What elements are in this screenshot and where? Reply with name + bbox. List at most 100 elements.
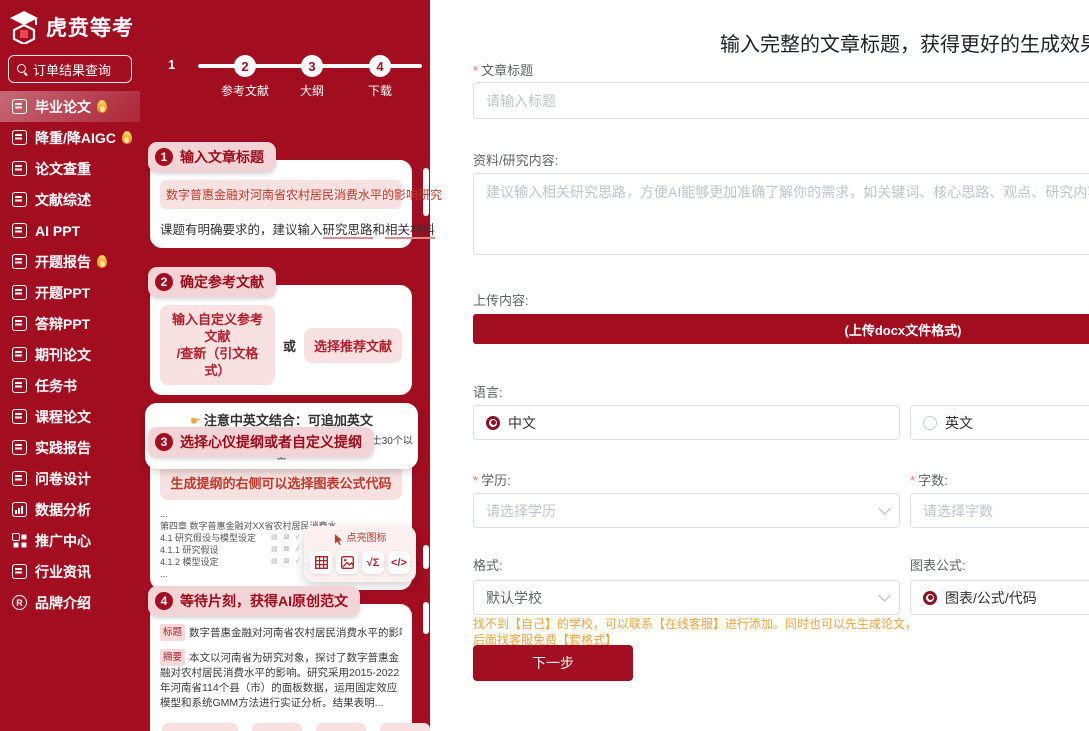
- document-icon: [12, 130, 27, 145]
- sidebar-item-course-paper[interactable]: 课程论文: [0, 401, 140, 432]
- radio-unchecked-icon[interactable]: [923, 415, 937, 430]
- icon-tooltip-bubble: 点亮图标 √Σ </>: [304, 526, 416, 582]
- sidebar-item-proposal-ppt[interactable]: 开题PPT: [0, 277, 140, 308]
- insert-image-icon[interactable]: [336, 551, 358, 574]
- sidebar-item-journal-paper[interactable]: 期刊论文: [0, 339, 140, 370]
- sidebar-item-plagiarism-check[interactable]: 论文查重: [0, 153, 140, 184]
- radio-checked-icon[interactable]: [486, 415, 500, 430]
- tooltip-icon-row: √Σ </>: [310, 551, 410, 574]
- outline-list: ... 第四章 数字普惠金融对XX省农村居民消费水 4.1 研究假设与模型设定 ▤…: [160, 508, 416, 582]
- tag-any-subject[interactable]: 不限学科: [162, 723, 239, 731]
- format-select[interactable]: 默认学校: [473, 580, 900, 615]
- document-icon: [12, 378, 27, 393]
- material-textarea[interactable]: [473, 173, 1089, 255]
- tip-text: 和: [372, 223, 386, 237]
- wordcount-select[interactable]: 请选择字数: [910, 493, 1089, 528]
- sidebar-item-literature-review[interactable]: 文献综述: [0, 184, 140, 215]
- progress-stepper: 1 2 3 4 参考文献 大纲 下载: [140, 50, 430, 98]
- tag-charts[interactable]: 图表: [252, 723, 303, 731]
- upload-label: 上传内容:: [473, 293, 529, 308]
- chart-formula-option[interactable]: 图表/公式/代码: [910, 580, 1089, 615]
- document-icon: [12, 254, 27, 269]
- tag-code[interactable]: 代码: [380, 723, 431, 731]
- tip-text: 课题有明确要求的，建议输入: [160, 223, 323, 237]
- order-result-search-label: 订单结果查询: [33, 62, 112, 78]
- outline-row: ...: [160, 508, 402, 520]
- recommended-reference-button[interactable]: 选择推荐文献: [303, 327, 402, 363]
- tip-underline-material: 相关材料: [385, 223, 436, 239]
- language-label: 语言:: [473, 385, 503, 400]
- article-title-input[interactable]: [473, 82, 1089, 119]
- order-result-search-button[interactable]: 订单结果查询: [8, 55, 132, 83]
- custom-reference-line1: 输入自定义参考文献: [171, 312, 263, 344]
- sidebar-item-graduation-thesis[interactable]: 毕业论文: [0, 91, 140, 122]
- article-title-label: 文章标题: [473, 60, 533, 79]
- insert-formula-icon[interactable]: √Σ: [362, 551, 384, 574]
- step-2[interactable]: 2: [234, 55, 256, 77]
- registered-mark-icon: R: [12, 595, 27, 610]
- guide-step2-header: 2 确定参考文献: [148, 267, 276, 297]
- sidebar-item-label: 降重/降AIGC: [35, 129, 116, 146]
- next-step-button[interactable]: 下一步: [473, 645, 633, 681]
- abstract-tag: 摘要: [160, 649, 186, 666]
- outline-hint-pill: 生成提纲的右侧可以选择图表公式代码: [160, 465, 402, 500]
- sidebar-item-defense-ppt[interactable]: 答辩PPT: [0, 308, 140, 339]
- sidebar-item-survey-design[interactable]: 问卷设计: [0, 463, 140, 494]
- sidebar-item-label: 行业资讯: [35, 563, 91, 580]
- education-label: 学历:: [473, 470, 511, 489]
- step-3[interactable]: 3: [301, 55, 323, 77]
- step-number-badge: 2: [155, 273, 173, 291]
- sidebar-item-ai-ppt[interactable]: AI PPT: [0, 215, 140, 246]
- sidebar-item-label: AI PPT: [35, 222, 81, 239]
- sidebar-item-label: 期刊论文: [35, 346, 91, 363]
- sidebar: 虎贲等考 订单结果查询 毕业论文 降重/降AIGC 论文查重 文献综述 AI P…: [0, 0, 140, 731]
- search-icon: [17, 63, 28, 75]
- custom-reference-button[interactable]: 输入自定义参考文献 /查新（引文格式）: [160, 305, 275, 385]
- guide-panel: 1 2 3 4 参考文献 大纲 下载 1 输入文章标题 数字普惠金融对河南省农村…: [140, 0, 442, 731]
- language-option-english[interactable]: 英文: [910, 405, 1089, 440]
- guide-step2-card: 输入自定义参考文献 /查新（引文格式） 或 选择推荐文献: [150, 285, 412, 395]
- sidebar-item-task-book[interactable]: 任务书: [0, 370, 140, 401]
- language-option-chinese[interactable]: 中文: [473, 405, 900, 440]
- tooltip-label: 点亮图标: [346, 533, 387, 544]
- step1-tip: 课题有明确要求的，建议输入研究思路和相关材料: [160, 219, 436, 239]
- wordcount-label: 字数:: [910, 470, 948, 489]
- format-hint-text: 找不到【自己】的学校，可以联系【在线客服】进行添加。同时也可以先生成论文，后面找…: [473, 617, 918, 647]
- sidebar-item-proposal-report[interactable]: 开题报告: [0, 246, 140, 277]
- insert-code-icon[interactable]: </>: [388, 551, 410, 574]
- sidebar-item-label: 推广中心: [35, 532, 91, 549]
- bar-chart-icon: [12, 502, 27, 517]
- grid-apps-icon: [12, 533, 27, 548]
- sidebar-item-brand-intro[interactable]: R 品牌介绍: [0, 587, 140, 618]
- insert-table-icon[interactable]: [310, 551, 332, 574]
- sidebar-item-promotion-center[interactable]: 推广中心: [0, 525, 140, 556]
- document-icon: [12, 316, 27, 331]
- step-2-label: 参考文献: [220, 84, 270, 98]
- step-4[interactable]: 4: [369, 55, 391, 77]
- sidebar-item-label: 论文查重: [35, 160, 91, 177]
- brand-logo[interactable]: 虎贲等考: [0, 0, 140, 48]
- outline-text: 4.1.2 模型设定: [160, 557, 219, 567]
- sidebar-item-industry-news[interactable]: 行业资讯: [0, 556, 140, 587]
- document-icon: [12, 564, 27, 579]
- sidebar-item-practice-report[interactable]: 实践报告: [0, 432, 140, 463]
- language-english-label: 英文: [945, 414, 973, 431]
- guide-step3-title: 选择心仪提纲或者自定义提纲: [180, 434, 362, 450]
- sidebar-menu: 毕业论文 降重/降AIGC 论文查重 文献综述 AI PPT 开题报告 开题PP…: [0, 91, 140, 618]
- sidebar-item-label: 开题PPT: [35, 284, 91, 301]
- upload-docx-button[interactable]: (上传docx文件格式): [473, 314, 1089, 344]
- reference-options-row: 输入自定义参考文献 /查新（引文格式） 或 选择推荐文献: [160, 305, 402, 385]
- radio-checked-icon[interactable]: [923, 590, 937, 605]
- sidebar-item-label: 课程论文: [35, 408, 91, 425]
- result-title-line: 标题数字普惠金融对河南省农村居民消费水平的影响研究: [160, 624, 402, 641]
- document-icon: [12, 192, 27, 207]
- title-tag: 标题: [160, 624, 186, 641]
- sidebar-item-reduce-aigc[interactable]: 降重/降AIGC: [0, 122, 140, 153]
- tag-formula[interactable]: 公式: [316, 723, 367, 731]
- step-1[interactable]: 1: [168, 57, 175, 72]
- wordcount-placeholder: 请选择字数: [923, 502, 993, 519]
- flame-icon: [97, 100, 107, 113]
- guide-step4-title: 等待片刻，获得AI原创范文: [180, 593, 348, 609]
- sidebar-item-data-analysis[interactable]: 数据分析: [0, 494, 140, 525]
- education-select[interactable]: 请选择学历: [473, 493, 900, 528]
